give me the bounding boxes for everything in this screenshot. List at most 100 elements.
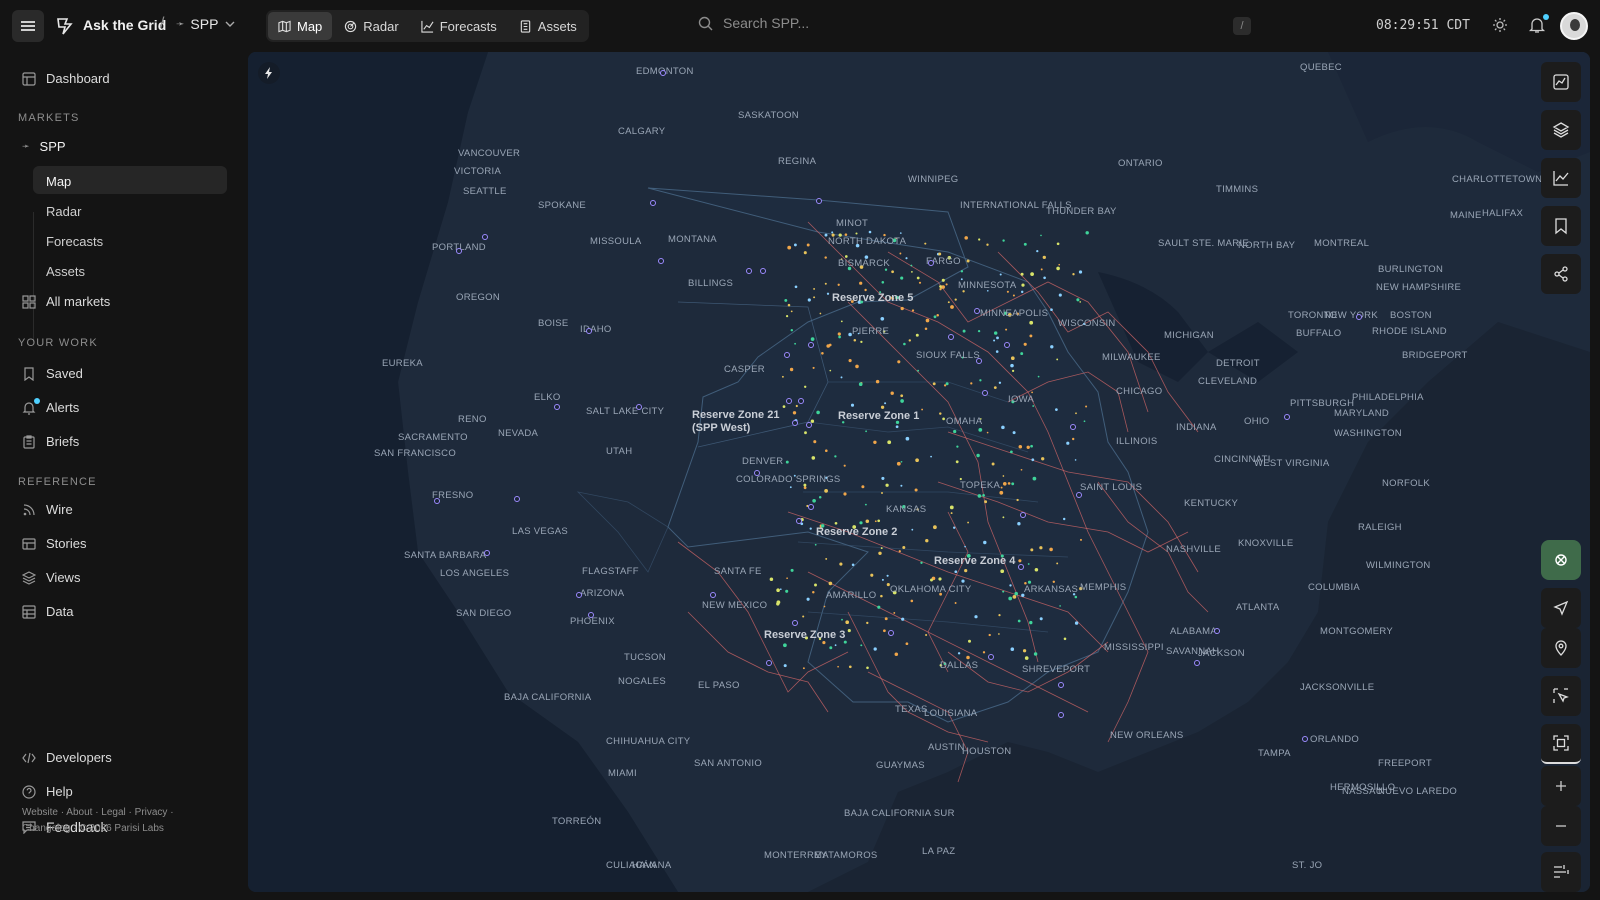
sidebar-item-wire[interactable]: Wire [22, 502, 73, 517]
hub-marker[interactable] [928, 260, 934, 266]
map-view[interactable]: Reserve Zone 5 Reserve Zone 1 Reserve Zo… [248, 52, 1590, 892]
basemap-button[interactable] [1541, 540, 1581, 580]
hub-marker[interactable] [710, 592, 716, 598]
hub-marker[interactable] [588, 612, 594, 618]
sidebar-item-stories[interactable]: Stories [22, 536, 86, 551]
hub-marker[interactable] [816, 198, 822, 204]
sidebar-item-help[interactable]: Help [22, 784, 73, 799]
hub-marker[interactable] [766, 660, 772, 666]
tab-assets[interactable]: Assets [509, 12, 587, 40]
sidebar-item-briefs[interactable]: Briefs [22, 434, 79, 449]
notifications-button[interactable] [1528, 14, 1549, 39]
hub-marker[interactable] [1058, 682, 1064, 688]
sidebar-item-map[interactable]: Map [46, 174, 71, 189]
sidebar-item-dashboard[interactable]: Dashboard [22, 71, 110, 86]
hub-marker[interactable] [760, 268, 766, 274]
hub-marker[interactable] [434, 498, 440, 504]
hub-marker[interactable] [1070, 424, 1076, 430]
generator-point [837, 283, 840, 286]
tab-radar[interactable]: Radar [334, 12, 408, 40]
select-button[interactable] [1541, 676, 1581, 716]
hub-marker[interactable] [1058, 712, 1064, 718]
hub-marker[interactable] [1020, 512, 1026, 518]
hub-marker[interactable] [1076, 492, 1082, 498]
hub-marker[interactable] [806, 422, 812, 428]
hub-marker[interactable] [798, 398, 804, 404]
hub-marker[interactable] [576, 592, 582, 598]
sidebar-item-radar[interactable]: Radar [46, 204, 81, 219]
menu-button[interactable] [12, 10, 44, 42]
hub-marker[interactable] [974, 308, 980, 314]
sidebar-item-developers[interactable]: Developers [22, 750, 112, 765]
hub-marker[interactable] [586, 328, 592, 334]
locate-button[interactable] [1541, 588, 1581, 628]
share-button[interactable] [1541, 254, 1581, 294]
hub-marker[interactable] [1018, 564, 1024, 570]
hub-marker[interactable] [786, 398, 792, 404]
hub-marker[interactable] [982, 390, 988, 396]
generator-point [1040, 234, 1042, 237]
ai-chart-button[interactable] [1541, 62, 1581, 102]
hub-marker[interactable] [484, 550, 490, 556]
clock: 08:29:51 CDT [1376, 18, 1470, 33]
hub-marker[interactable] [658, 258, 664, 264]
zoom-out-button[interactable] [1541, 806, 1581, 846]
sidebar-item-saved[interactable]: Saved [22, 366, 83, 381]
sidebar-item-data[interactable]: Data [22, 604, 73, 619]
sidebar-item-spp[interactable]: ➛ SPP [22, 139, 66, 154]
lightning-button[interactable] [258, 62, 280, 84]
hub-marker[interactable] [746, 268, 752, 274]
market-selector[interactable]: ➛ SPP [176, 16, 236, 32]
hub-marker[interactable] [650, 200, 656, 206]
generator-point [1039, 617, 1043, 621]
hub-marker[interactable] [1214, 628, 1220, 634]
search-bar[interactable]: Search SPP... [698, 15, 809, 31]
hub-marker[interactable] [792, 620, 798, 626]
hub-marker[interactable] [792, 420, 798, 426]
city-label: BAJA CALIFORNIA SUR [844, 808, 955, 819]
search-input[interactable]: Search SPP... [723, 15, 809, 31]
hub-marker[interactable] [660, 70, 666, 76]
sidebar-item-assets[interactable]: Assets [46, 264, 85, 279]
legend-button[interactable] [1541, 852, 1581, 892]
hub-marker[interactable] [636, 404, 642, 410]
pin-button[interactable] [1541, 628, 1581, 668]
hub-marker[interactable] [456, 248, 462, 254]
generator-point [783, 643, 787, 648]
fit-bounds-button[interactable] [1541, 724, 1581, 764]
sidebar-item-all-markets[interactable]: All markets [22, 294, 110, 309]
hub-marker[interactable] [808, 504, 814, 510]
hub-marker[interactable] [1356, 314, 1362, 320]
sidebar-item-forecasts[interactable]: Forecasts [46, 234, 103, 249]
app-name[interactable]: Ask the Grid [83, 17, 166, 33]
hub-marker[interactable] [988, 654, 994, 660]
hub-marker[interactable] [554, 404, 560, 410]
theme-toggle-icon[interactable] [1492, 17, 1508, 33]
avatar[interactable] [1560, 12, 1588, 40]
hub-marker[interactable] [948, 334, 954, 340]
hub-marker[interactable] [796, 518, 802, 524]
hub-marker[interactable] [1284, 414, 1290, 420]
sidebar-item-views[interactable]: Views [22, 570, 80, 585]
chart-button[interactable] [1541, 158, 1581, 198]
tab-forecasts[interactable]: Forecasts [411, 12, 507, 40]
hub-marker[interactable] [976, 358, 982, 364]
hub-marker[interactable] [1302, 736, 1308, 742]
dashboard-icon [22, 71, 36, 86]
zoom-in-button[interactable] [1541, 766, 1581, 806]
hub-marker[interactable] [482, 234, 488, 240]
footer-line[interactable]: Website · About · Legal · Privacy · [22, 805, 174, 821]
hub-marker[interactable] [754, 470, 760, 476]
sidebar-item-alerts[interactable]: Alerts [22, 398, 79, 415]
generator-point [1062, 517, 1066, 521]
footer-line[interactable]: Changelog · © 2026 Parisi Labs [22, 821, 174, 837]
hub-marker[interactable] [1004, 342, 1010, 348]
hub-marker[interactable] [808, 342, 814, 348]
hub-marker[interactable] [1194, 660, 1200, 666]
hub-marker[interactable] [888, 630, 894, 636]
bookmark-button[interactable] [1541, 206, 1581, 246]
hub-marker[interactable] [784, 352, 790, 358]
layers-button[interactable] [1541, 110, 1581, 150]
tab-map[interactable]: Map [268, 12, 333, 40]
hub-marker[interactable] [514, 496, 520, 502]
